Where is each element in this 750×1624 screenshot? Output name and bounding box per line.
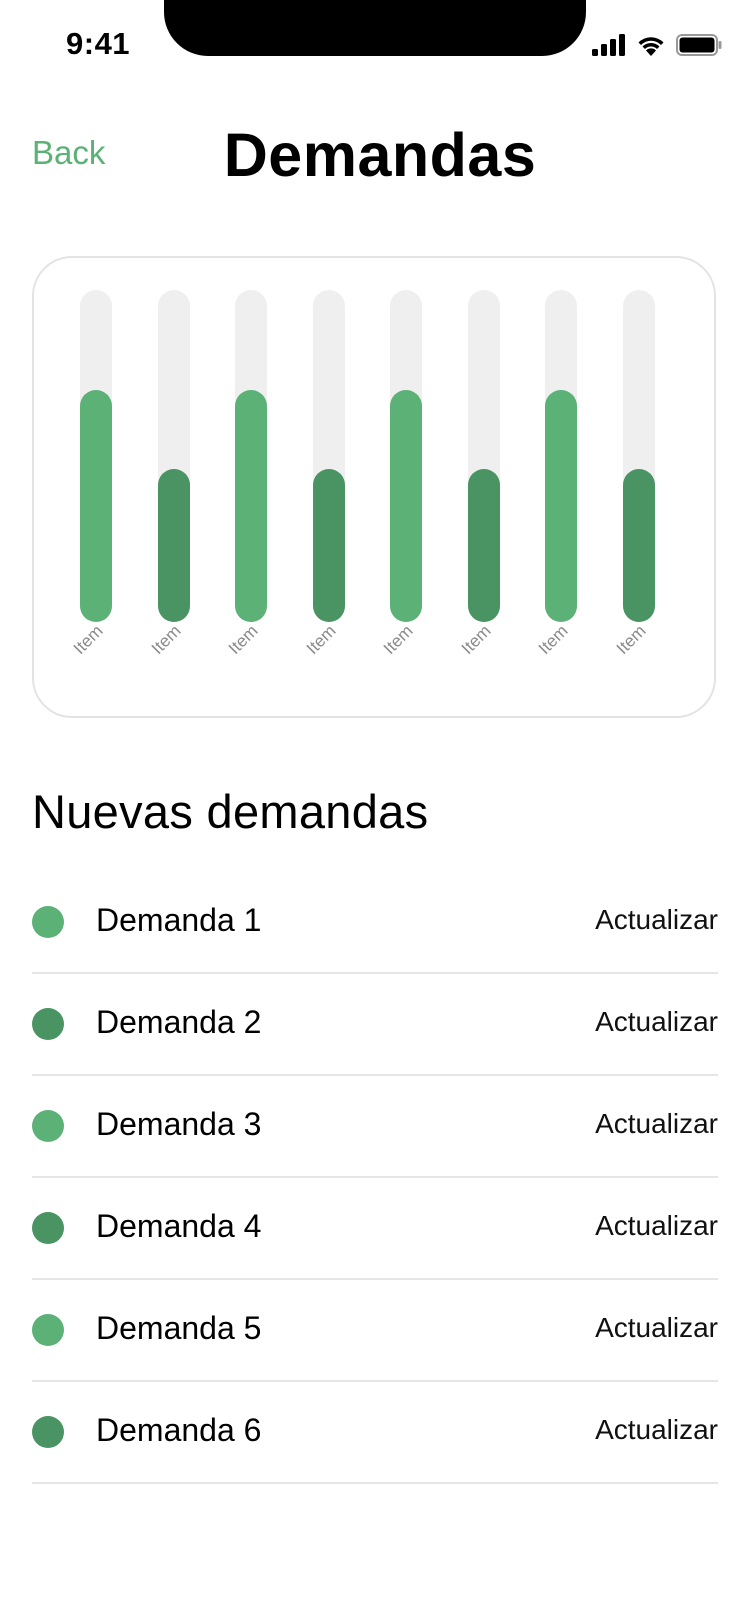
wifi-icon bbox=[638, 37, 664, 56]
status-bar: 9:41 bbox=[0, 0, 750, 92]
bar bbox=[622, 290, 655, 622]
bar-label: Item bbox=[302, 621, 340, 659]
page-title: Demandas bbox=[223, 121, 537, 189]
status-dot bbox=[32, 1314, 64, 1346]
list-item[interactable]: Demanda 6 Actualizar bbox=[32, 1382, 718, 1484]
bar bbox=[312, 290, 345, 622]
update-button[interactable]: Actualizar bbox=[595, 1210, 718, 1242]
status-dot bbox=[32, 1008, 64, 1040]
update-button[interactable]: Actualizar bbox=[595, 1006, 718, 1038]
cellular-signal-icon bbox=[592, 34, 625, 56]
status-dot bbox=[32, 906, 64, 938]
demand-label: Demanda 5 bbox=[96, 1310, 262, 1346]
list-item[interactable]: Demanda 4 Actualizar bbox=[32, 1178, 718, 1280]
bar bbox=[467, 290, 500, 622]
bar-label: Item bbox=[224, 621, 262, 659]
status-icons bbox=[592, 34, 722, 56]
bar-fill bbox=[157, 469, 190, 622]
battery-icon bbox=[676, 34, 722, 56]
section-title: Nuevas demandas bbox=[32, 785, 429, 838]
bar-label: Item bbox=[612, 621, 650, 659]
list-item[interactable]: Demanda 1 Actualizar bbox=[32, 872, 718, 974]
update-button[interactable]: Actualizar bbox=[595, 1108, 718, 1140]
bar bbox=[390, 290, 422, 622]
bar-label: Item bbox=[69, 621, 107, 659]
bar-track bbox=[312, 290, 345, 622]
bar bbox=[80, 290, 112, 622]
bar-fill bbox=[622, 469, 655, 622]
demand-list: Demanda 1 Actualizar Demanda 2 Actualizar De… bbox=[32, 872, 718, 1484]
demand-chart-card: Item Item Item Item Item Item Item Item bbox=[32, 256, 716, 718]
bar-track bbox=[390, 290, 422, 622]
bar-label: Item bbox=[457, 621, 495, 659]
status-dot bbox=[32, 1110, 64, 1142]
bar bbox=[235, 290, 267, 622]
bar-fill bbox=[467, 469, 500, 622]
update-button[interactable]: Actualizar bbox=[595, 1414, 718, 1446]
bar-chart: Item Item Item Item Item Item Item Item bbox=[34, 258, 714, 716]
bar-label: Item bbox=[379, 621, 417, 659]
status-dot bbox=[32, 1416, 64, 1448]
list-item[interactable]: Demanda 5 Actualizar bbox=[32, 1280, 718, 1382]
bar-label: Item bbox=[534, 621, 572, 659]
status-dot bbox=[32, 1212, 64, 1244]
status-time: 9:41 bbox=[66, 26, 131, 61]
bar-fill bbox=[545, 390, 577, 622]
bar-fill bbox=[235, 390, 267, 622]
notch bbox=[164, 0, 586, 56]
update-button[interactable]: Actualizar bbox=[595, 904, 718, 936]
bar-label: Item bbox=[147, 621, 185, 659]
bar-track bbox=[545, 290, 577, 622]
bar bbox=[157, 290, 190, 622]
demand-label: Demanda 4 bbox=[96, 1208, 262, 1244]
bar-track bbox=[80, 290, 112, 622]
bar-track bbox=[622, 290, 655, 622]
bar-track bbox=[235, 290, 267, 622]
bar-track bbox=[467, 290, 500, 622]
list-item[interactable]: Demanda 3 Actualizar bbox=[32, 1076, 718, 1178]
bar bbox=[545, 290, 577, 622]
update-button[interactable]: Actualizar bbox=[595, 1312, 718, 1344]
demand-label: Demanda 2 bbox=[96, 1004, 262, 1040]
demand-label: Demanda 6 bbox=[96, 1412, 262, 1448]
bar-fill bbox=[80, 390, 112, 622]
bar-fill bbox=[312, 469, 345, 622]
bar-track bbox=[157, 290, 190, 622]
bar-fill bbox=[390, 390, 422, 622]
demand-label: Demanda 1 bbox=[96, 902, 262, 938]
list-item[interactable]: Demanda 2 Actualizar bbox=[32, 974, 718, 1076]
demand-label: Demanda 3 bbox=[96, 1106, 262, 1142]
